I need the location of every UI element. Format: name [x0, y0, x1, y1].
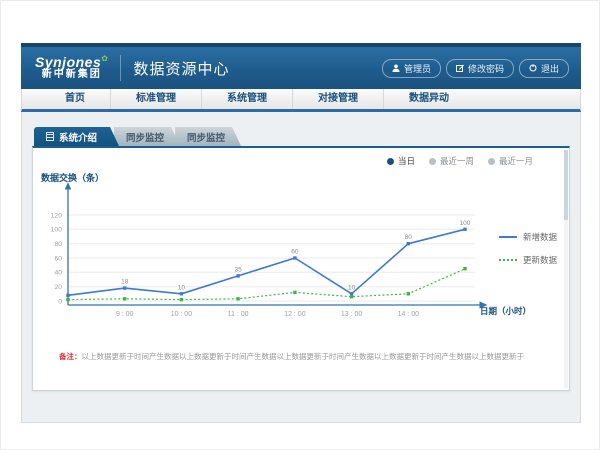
data-point-label: 60	[291, 249, 299, 256]
header-divider	[120, 55, 121, 81]
page-title: 数据资源中心	[133, 58, 229, 79]
logo: Synjones✿ 新中新集团	[35, 55, 108, 80]
logo-sub-text: 新中新集团	[35, 70, 108, 81]
period-filter-label: 最近一月	[499, 155, 533, 167]
y-tick-label: 60	[54, 255, 62, 262]
y-tick-label: 80	[54, 241, 62, 248]
y-tick-label: 0	[58, 298, 62, 305]
tab-label: 同步监控	[126, 130, 164, 144]
data-point-label: 35	[234, 266, 242, 273]
document-icon	[46, 132, 54, 141]
data-point-label: 100	[460, 220, 471, 227]
legend-label: 更新数据	[523, 254, 557, 266]
chart-panel: 当日最近一周最近一月 数据交换（条） 0204060801001209 : 00…	[32, 146, 570, 391]
y-tick-label: 20	[54, 284, 62, 291]
nav-item-2[interactable]: 系统管理	[202, 89, 293, 109]
period-filter-1[interactable]: 最近一周	[429, 155, 474, 167]
tab-label: 系统介绍	[59, 130, 97, 144]
line-chart: 0 20 40 60 80 100 120 9 : 00 10 : 00 11 : 00 12 : …	[43, 181, 493, 326]
panel-scrollbar[interactable]	[564, 150, 568, 388]
change-password-button[interactable]: 修改密码	[446, 59, 514, 78]
footnote-prefix: 备注：	[59, 352, 82, 361]
data-point-label: 10	[178, 284, 186, 291]
nav: 首页标准管理系统管理对接管理数据异动	[21, 89, 581, 112]
data-point-marker	[180, 298, 183, 301]
x-axis-title: 日期（小时）	[480, 305, 531, 317]
edit-icon	[456, 64, 464, 72]
logo-leaf-icon: ✿	[101, 54, 108, 63]
x-tick-label: 13 : 00	[341, 311, 363, 318]
tab-bar: 系统介绍 同步监控 同步监控	[34, 127, 241, 146]
data-point-marker	[407, 292, 410, 295]
x-tick-label: 14 : 00	[398, 311, 420, 318]
change-password-label: 修改密码	[468, 62, 504, 75]
nav-item-1[interactable]: 标准管理	[111, 89, 202, 109]
data-point-marker	[293, 291, 296, 294]
user-button-label: 管理员	[404, 62, 431, 75]
tab-1[interactable]: 同步监控	[114, 127, 180, 146]
x-tick-label: 11 : 00	[228, 311, 249, 318]
period-filter-0[interactable]: 当日	[387, 155, 415, 167]
data-point-marker	[123, 297, 126, 300]
data-point-marker	[463, 267, 466, 270]
data-point-marker	[236, 274, 239, 277]
legend-swatch-icon	[499, 236, 517, 238]
data-point-label: 80	[405, 234, 413, 241]
logout-button[interactable]: 退出	[519, 59, 569, 78]
legend-swatch-icon	[499, 259, 517, 261]
period-filter-label: 最近一周	[440, 155, 474, 167]
radio-dot-icon	[488, 158, 495, 165]
data-point-marker	[66, 294, 69, 297]
user-button[interactable]: 管理员	[382, 59, 441, 78]
nav-item-0[interactable]: 首页	[40, 89, 111, 109]
y-tick-label: 40	[54, 270, 62, 277]
logo-main-text: Synjones✿	[35, 55, 108, 70]
y-axis-arrow-icon	[65, 182, 71, 190]
tab-2[interactable]: 同步监控	[175, 127, 241, 146]
data-point-marker	[180, 292, 183, 295]
nav-item-4[interactable]: 数据异动	[384, 89, 474, 109]
app-window: Synjones✿ 新中新集团 数据资源中心 管理员 修改密码	[21, 43, 581, 423]
radio-dot-icon	[387, 158, 394, 165]
y-tick-label: 120	[51, 212, 63, 219]
line-chart-svg: 0 20 40 60 80 100 120 9 : 00 10 : 00 11 : 00 12 : …	[43, 181, 493, 326]
x-tick-label: 9 : 00	[116, 311, 134, 318]
period-filter-group: 当日 最近一周 最近一月	[387, 155, 533, 167]
data-point-marker	[350, 292, 353, 295]
data-point-marker	[123, 286, 126, 289]
data-point-marker	[236, 297, 239, 300]
logout-label: 退出	[541, 62, 559, 75]
data-point-marker	[66, 298, 69, 301]
app-header: Synjones✿ 新中新集团 数据资源中心 管理员 修改密码	[21, 43, 581, 89]
screen: Synjones✿ 新中新集团 数据资源中心 管理员 修改密码	[0, 0, 600, 450]
tab-0[interactable]: 系统介绍	[34, 127, 119, 146]
legend-item-0[interactable]: 新增数据	[499, 231, 557, 243]
x-tick-label: 12 : 00	[284, 311, 306, 318]
scrollbar-thumb[interactable]	[564, 150, 568, 220]
content-area: 系统介绍同步监控同步监控 当日最近一周最近一月 数据交换（条） 02040608…	[21, 112, 581, 423]
footnote-text: 以上数据更新于时间产生数据以上数据更新于时间产生数据以上数据更新于时间产生数据以…	[82, 352, 525, 361]
user-icon	[392, 64, 400, 72]
data-point-marker	[350, 295, 353, 298]
chart-legend: 新增数据更新数据	[499, 231, 557, 266]
data-point-label: 10	[348, 284, 356, 291]
data-point-marker	[407, 242, 410, 245]
footnote: 备注：以上数据更新于时间产生数据以上数据更新于时间产生数据以上数据更新于时间产生…	[59, 351, 545, 362]
power-icon	[529, 64, 537, 72]
legend-item-1[interactable]: 更新数据	[499, 254, 557, 266]
period-filter-2[interactable]: 最近一月	[488, 155, 533, 167]
legend-label: 新增数据	[523, 231, 557, 243]
x-tick-label: 10 : 00	[171, 311, 193, 318]
y-tick-label: 100	[51, 227, 63, 234]
nav-item-3[interactable]: 对接管理	[293, 89, 384, 109]
period-filter-label: 当日	[398, 155, 415, 167]
data-point-marker	[463, 228, 466, 231]
data-point-marker	[293, 256, 296, 259]
header-actions: 管理员 修改密码 退出	[382, 59, 569, 78]
radio-dot-icon	[429, 158, 436, 165]
data-point-label: 18	[121, 279, 129, 286]
tab-label: 同步监控	[187, 130, 225, 144]
